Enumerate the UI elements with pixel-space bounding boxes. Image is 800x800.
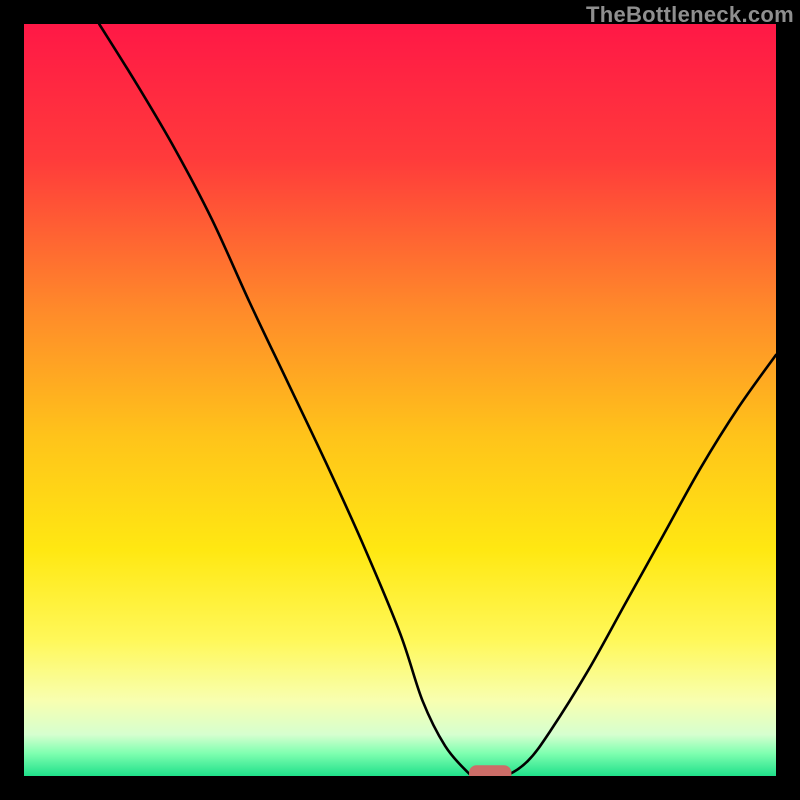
plot-area	[24, 24, 776, 776]
attribution-label: TheBottleneck.com	[586, 2, 794, 28]
optimal-marker	[470, 766, 511, 776]
gradient-background	[24, 24, 776, 776]
bottleneck-chart	[24, 24, 776, 776]
chart-frame: TheBottleneck.com	[0, 0, 800, 800]
